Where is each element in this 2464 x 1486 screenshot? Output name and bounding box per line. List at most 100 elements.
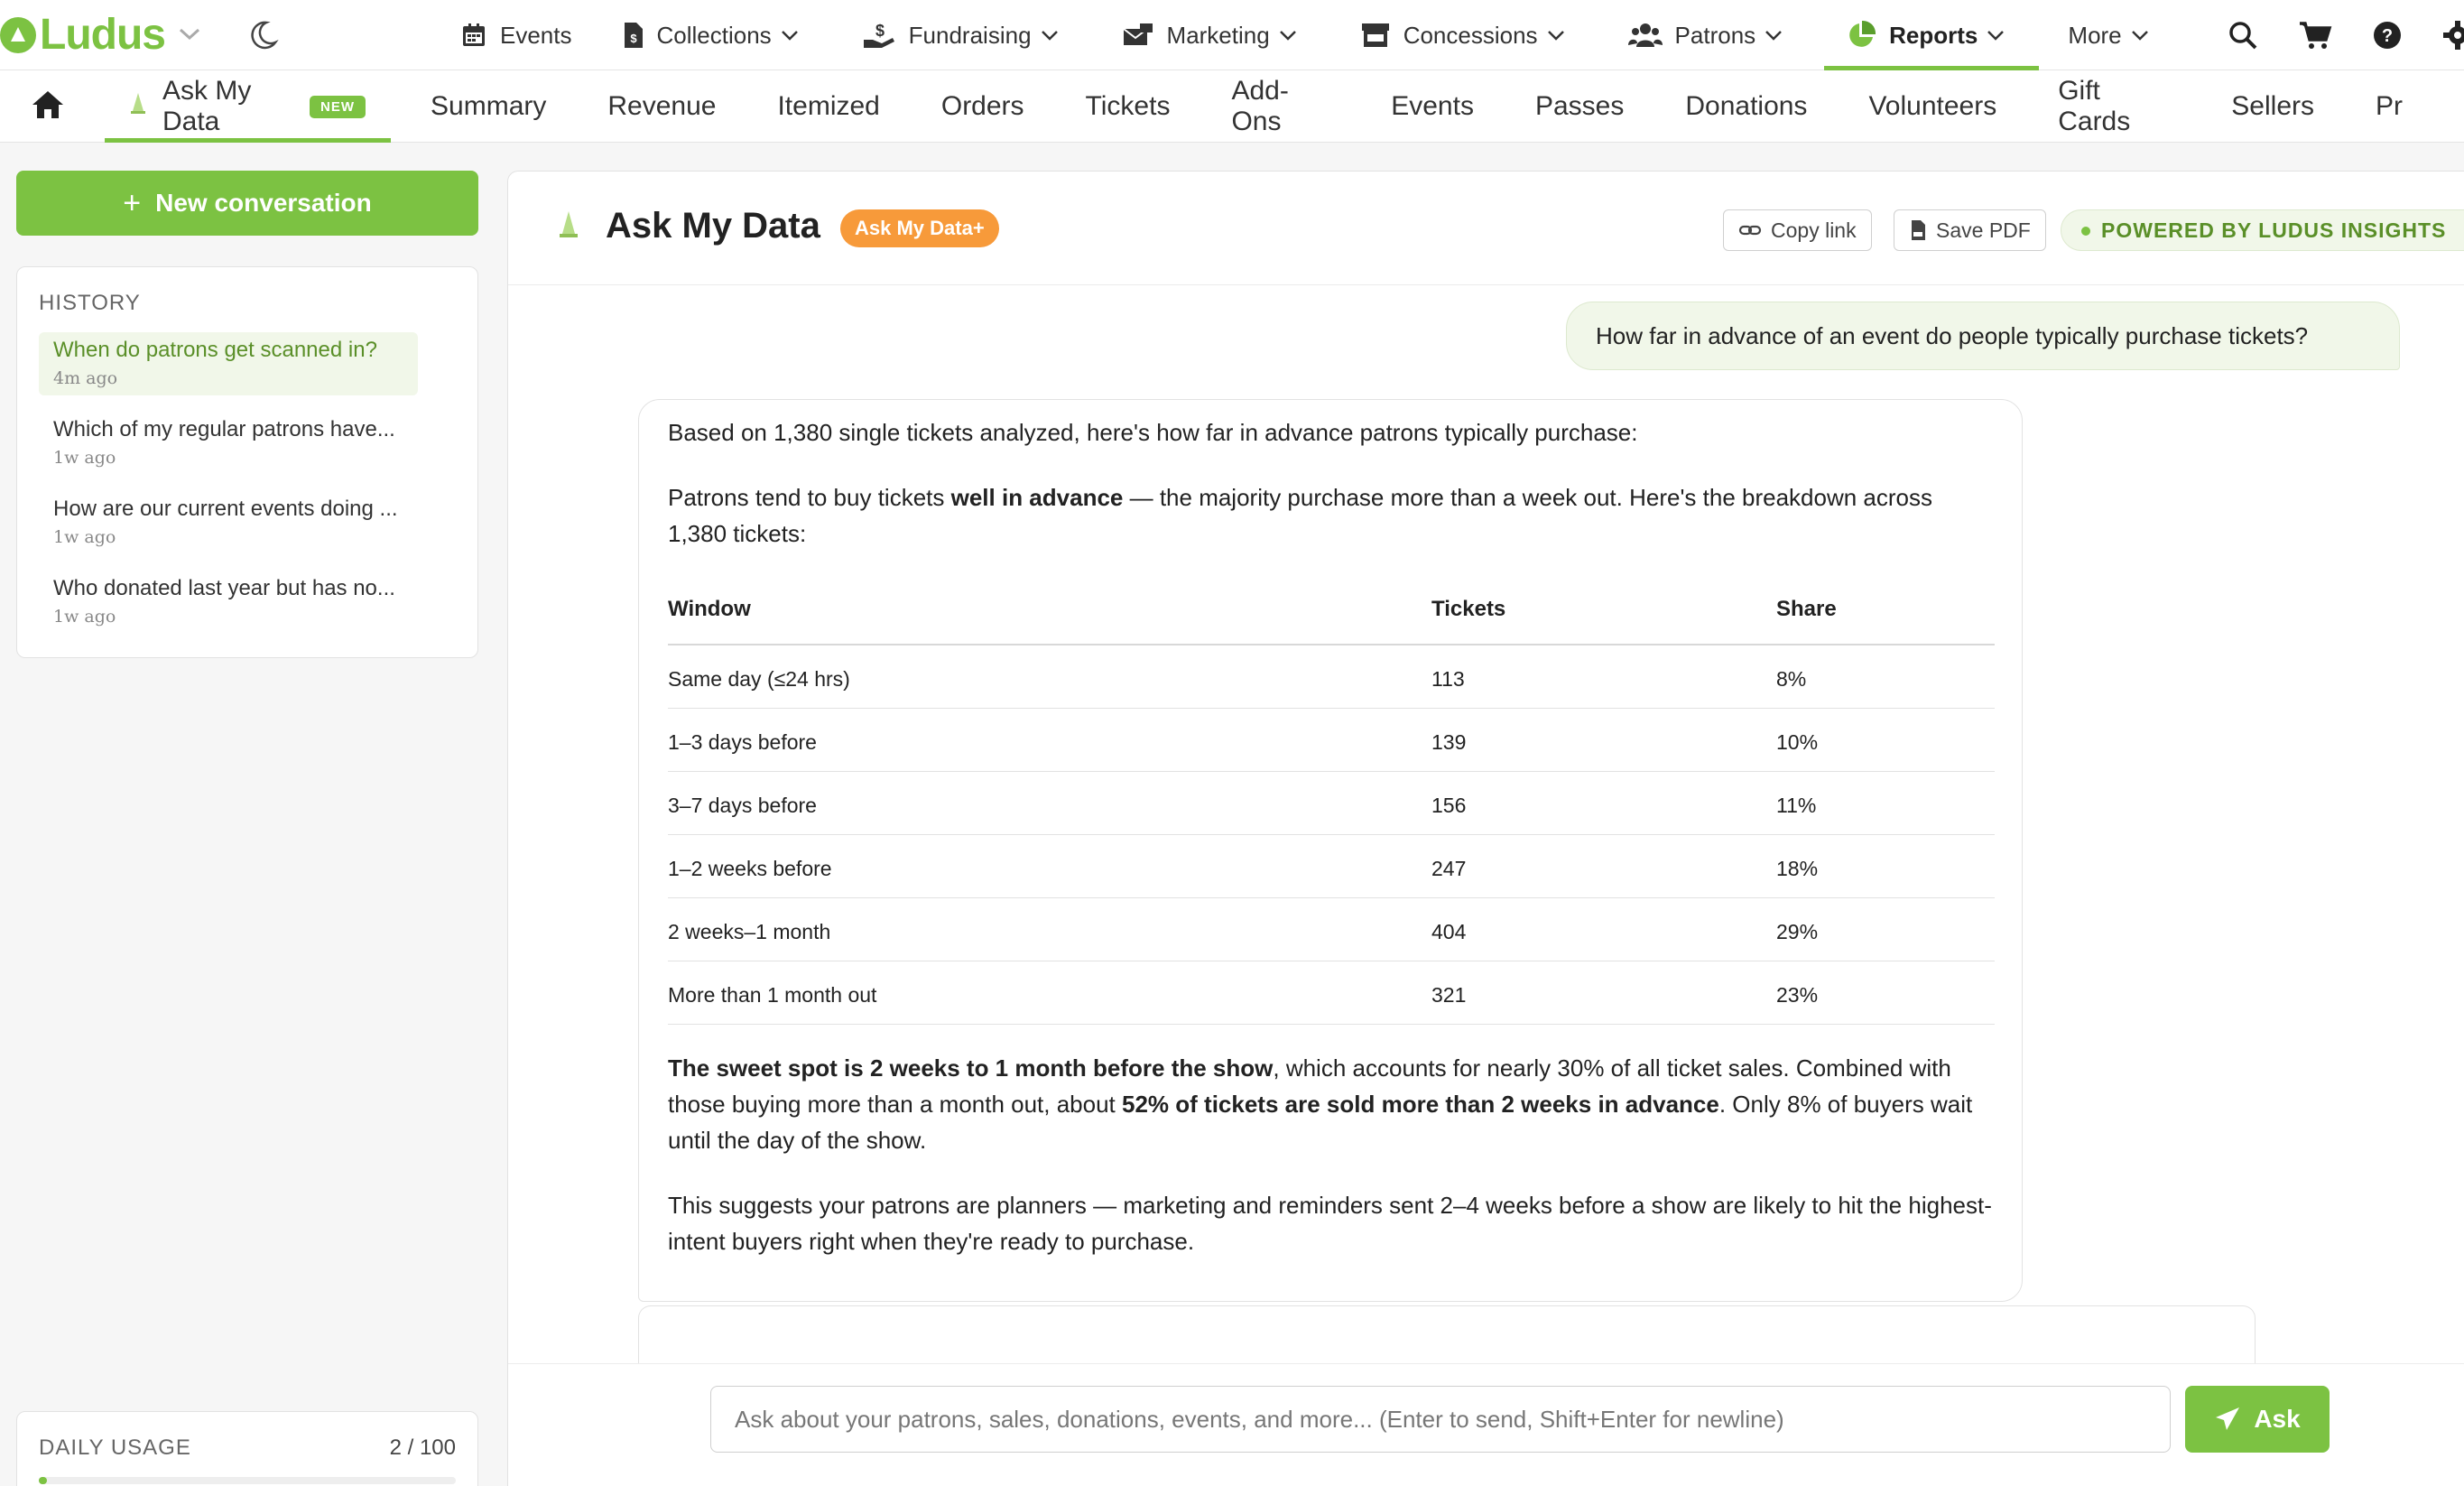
tab-add-ons[interactable]: Add-Ons [1231, 70, 1329, 143]
tab-gift-cards[interactable]: Gift Cards [2058, 70, 2170, 143]
tab-ask-my-data[interactable]: Ask My Data NEW [104, 70, 392, 143]
search-icon[interactable] [2228, 20, 2258, 51]
tab-volunteers[interactable]: Volunteers [1868, 70, 1996, 143]
nav-item-more[interactable]: More [2068, 0, 2161, 70]
new-conversation-label: New conversation [155, 189, 372, 217]
chevron-down-icon [1270, 29, 1310, 42]
question-input[interactable]: Ask about your patrons, sales, donations… [710, 1386, 2171, 1453]
table-cell: 18% [1776, 857, 1819, 880]
history-question: When do patrons get scanned in? [53, 338, 377, 362]
history-panel: HISTORY When do patrons get scanned in? 4… [16, 266, 478, 658]
answer-paragraph-4: This suggests your patrons are planners … [668, 1192, 1992, 1255]
nav-item-label: Patrons [1674, 21, 1756, 49]
nav-item-events[interactable]: Events [460, 0, 572, 70]
nav-item-collections[interactable]: $ Collections [623, 0, 811, 70]
tab-tickets[interactable]: Tickets [1086, 70, 1171, 143]
reports-sub-navigation: Ask My Data NEW Summary Revenue Itemized Or… [0, 70, 2464, 143]
save-pdf-label: Save PDF [1936, 218, 2031, 242]
ask-button[interactable]: Ask [2185, 1386, 2330, 1453]
table-cell: More than 1 month out [668, 983, 877, 1007]
table-cell: 321 [1431, 983, 1467, 1007]
nav-item-reports[interactable]: Reports [1824, 0, 2040, 70]
table-cell: 8% [1776, 667, 1807, 691]
plus-icon: + [123, 185, 142, 220]
chevron-down-icon [1755, 29, 1795, 42]
new-badge: NEW [310, 95, 366, 118]
table-cell: 2 weeks–1 month [668, 920, 831, 943]
history-timestamp: 1w ago [53, 527, 116, 547]
ask-my-data-plus-badge[interactable]: Ask My Data+ [840, 209, 999, 247]
nav-item-label: Reports [1889, 21, 1978, 49]
table-header-cell: Window [668, 597, 751, 621]
tab-events[interactable]: Events [1391, 70, 1474, 143]
tab-orders[interactable]: Orders [941, 70, 1024, 143]
daily-usage-count: 2 / 100 [389, 1435, 456, 1460]
home-icon[interactable] [31, 88, 65, 125]
ask-my-data-panel: Ask My Data Ask My Data+ Copy link Save … [507, 171, 2464, 1486]
table-row: 1–3 days before 139 10% [668, 709, 1995, 772]
daily-usage-fill [39, 1477, 48, 1484]
table-row: 1–2 weeks before 247 18% [668, 835, 1995, 898]
nav-item-label: Concessions [1403, 21, 1538, 49]
table-row: More than 1 month out 321 23% [668, 961, 1995, 1025]
history-item[interactable]: When do patrons get scanned in? 4m ago [39, 332, 418, 395]
document-icon: $ [623, 22, 657, 49]
table-header-cell: Tickets [1431, 597, 1506, 621]
dark-mode-moon-icon[interactable] [245, 17, 281, 53]
tab-pr[interactable]: Pr [2376, 70, 2403, 143]
svg-text:?: ? [2382, 26, 2393, 46]
tab-summary[interactable]: Summary [431, 70, 546, 143]
chevron-down-icon [772, 29, 811, 42]
calendar-icon [460, 22, 500, 49]
chevron-down-icon[interactable] [178, 23, 201, 48]
bold-text: well in advance [950, 484, 1124, 511]
table-header-cell: Share [1776, 597, 1837, 621]
nav-item-label: More [2068, 21, 2122, 49]
tab-donations[interactable]: Donations [1685, 70, 1807, 143]
users-icon [1627, 22, 1675, 49]
copy-link-button[interactable]: Copy link [1723, 209, 1872, 251]
brand-name: Ludus [40, 11, 166, 59]
nav-item-label: Fundraising [908, 21, 1032, 49]
bold-text: The sweet spot is 2 weeks to 1 month bef… [668, 1054, 1274, 1082]
answer-intro: Based on 1,380 single tickets analyzed, … [668, 419, 1638, 446]
daily-usage-bar [39, 1477, 456, 1484]
tab-itemized[interactable]: Itemized [777, 70, 879, 143]
history-item[interactable]: How are our current events doing ... 1w a… [39, 491, 418, 554]
tab-passes[interactable]: Passes [1535, 70, 1624, 143]
history-item[interactable]: Which of my regular patrons have... 1w ag… [39, 412, 418, 475]
history-timestamp: 1w ago [53, 607, 116, 627]
tab-sellers[interactable]: Sellers [2231, 70, 2314, 143]
nav-item-fundraising[interactable]: $ Fundraising [862, 0, 1071, 70]
help-icon[interactable]: ? [2372, 20, 2403, 51]
table-cell: 247 [1431, 857, 1467, 880]
chevron-down-icon [2122, 29, 2162, 42]
page-title: Ask My Data [606, 206, 820, 246]
store-icon [1360, 22, 1403, 49]
paper-plane-icon [2216, 1407, 2240, 1430]
new-conversation-button[interactable]: + New conversation [16, 171, 478, 236]
table-cell: 11% [1776, 794, 1817, 817]
panel-header: Ask My Data Ask My Data+ Copy link Save … [508, 172, 2464, 285]
cart-icon[interactable] [2298, 20, 2332, 51]
nav-item-patrons[interactable]: Patrons [1627, 0, 1796, 70]
svg-text:$: $ [875, 22, 885, 40]
brand-logo[interactable]: Ludus [0, 0, 201, 70]
nav-item-label: Marketing [1166, 21, 1270, 49]
nav-item-concessions[interactable]: Concessions [1360, 0, 1578, 70]
table-row: 3–7 days before 156 11% [668, 772, 1995, 835]
daily-usage-title: DAILY USAGE [39, 1435, 191, 1460]
history-item[interactable]: Who donated last year but has no... 1w ag… [39, 571, 418, 634]
table-header-row: Window Tickets Share [668, 577, 1995, 645]
top-navigation: Ludus Events $ Collections $ Fundraising Mark… [0, 0, 2464, 70]
nav-item-marketing[interactable]: Marketing [1122, 0, 1310, 70]
table-cell: 139 [1431, 730, 1467, 754]
hand-dollar-icon: $ [862, 22, 909, 49]
table-cell: 156 [1431, 794, 1467, 817]
table-cell: 404 [1431, 920, 1467, 943]
gear-icon[interactable] [2442, 20, 2464, 51]
save-pdf-button[interactable]: Save PDF [1894, 209, 2046, 251]
tab-revenue[interactable]: Revenue [607, 70, 716, 143]
nav-utility-icons: ? [2228, 0, 2464, 70]
main-nav-menu: Events $ Collections $ Fundraising Marketing C… [460, 0, 2212, 70]
